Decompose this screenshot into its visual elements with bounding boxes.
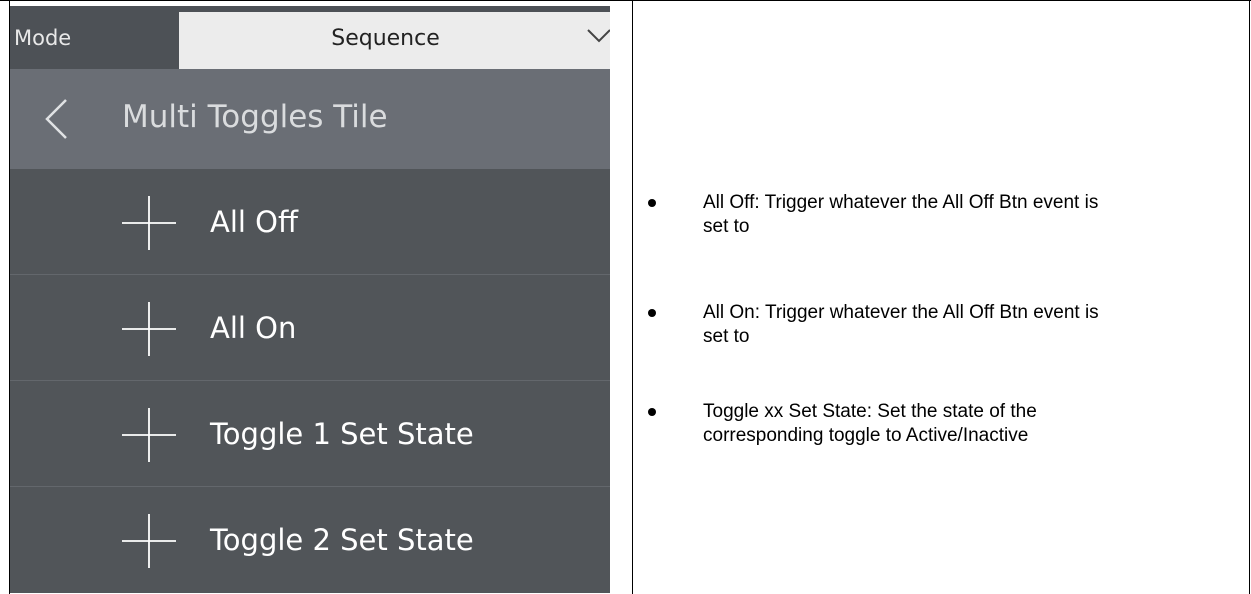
plus-icon[interactable] — [121, 301, 177, 357]
mode-label: Mode — [14, 26, 72, 50]
note-item: Toggle xx Set State: Set the state of th… — [648, 400, 1123, 448]
bullet-icon — [648, 309, 656, 317]
plus-icon[interactable] — [121, 407, 177, 463]
note-text: Toggle xx Set State: Set the state of th… — [703, 401, 1037, 446]
bullet-icon — [648, 408, 656, 416]
list-item-label: All Off — [210, 205, 298, 239]
mode-row: Mode Sequence — [10, 6, 610, 69]
list-item-toggle-2-set-state[interactable]: Toggle 2 Set State — [10, 487, 610, 592]
note-item: All On: Trigger whatever the All Off Btn… — [648, 301, 1123, 349]
mode-dropdown-value: Sequence — [331, 26, 440, 51]
list-item-toggle-1-set-state[interactable]: Toggle 1 Set State — [10, 381, 610, 487]
back-chevron-icon[interactable] — [44, 98, 68, 140]
plus-icon[interactable] — [121, 513, 177, 569]
notes-column: All Off: Trigger whatever the All Off Bt… — [633, 0, 1249, 593]
app-panel-screenshot: Mode Sequence Multi Toggles Tile All Off… — [10, 6, 610, 593]
note-item: All Off: Trigger whatever the All Off Bt… — [648, 191, 1123, 239]
list-item-label: Toggle 2 Set State — [210, 523, 474, 557]
mode-dropdown[interactable]: Sequence — [179, 12, 610, 69]
table-border-right — [1249, 1, 1250, 594]
title-bar: Multi Toggles Tile — [10, 69, 610, 169]
list-item-all-on[interactable]: All On — [10, 275, 610, 381]
plus-icon[interactable] — [121, 195, 177, 251]
list-item-label: All On — [210, 311, 297, 345]
list-item-all-off[interactable]: All Off — [10, 169, 610, 275]
bullet-icon — [648, 199, 656, 207]
note-text: All Off: Trigger whatever the All Off Bt… — [703, 192, 1099, 237]
tile-title: Multi Toggles Tile — [122, 99, 388, 135]
chevron-down-icon — [587, 29, 610, 43]
note-text: All On: Trigger whatever the All Off Btn… — [703, 302, 1099, 347]
list-item-label: Toggle 1 Set State — [210, 417, 474, 451]
